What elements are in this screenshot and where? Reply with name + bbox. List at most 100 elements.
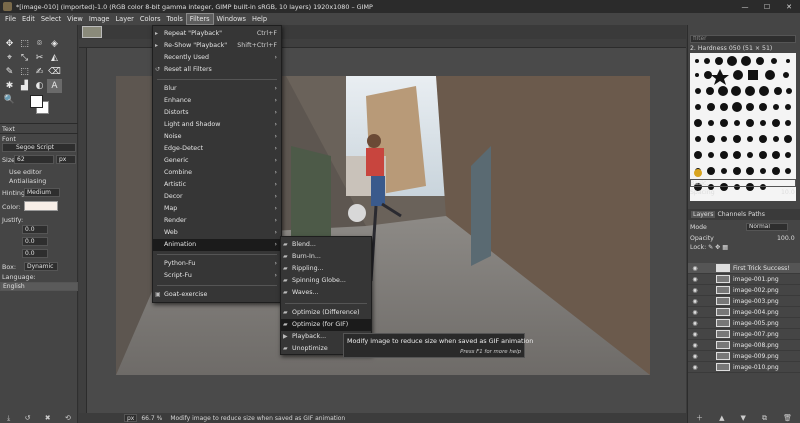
blur-tool-icon[interactable]: ✱: [2, 79, 17, 93]
menu-help[interactable]: Help: [249, 13, 270, 25]
eye-icon[interactable]: ◉: [690, 331, 700, 338]
reshow-playback-item[interactable]: ▸ Re-Show "Playback" Shift+Ctrl+F: [153, 40, 281, 52]
web-item[interactable]: Web ›: [153, 227, 281, 239]
crop-tool-icon[interactable]: ⌖: [2, 51, 17, 65]
letter-spacing-field[interactable]: 0.0: [22, 249, 48, 258]
lower-layer-icon[interactable]: ▼: [741, 414, 746, 422]
distorts-item[interactable]: Distorts ›: [153, 107, 281, 119]
layer-row[interactable]: ◉ image-004.png: [688, 307, 800, 318]
text-color-swatch[interactable]: [24, 201, 58, 211]
opacity-value[interactable]: 100.0: [777, 235, 795, 242]
lasso-tool-icon[interactable]: ⌾: [32, 37, 47, 51]
line-spacing-field[interactable]: 0.0: [22, 237, 48, 246]
save-preset-icon[interactable]: ⤓: [7, 414, 10, 423]
repeat-playback-item[interactable]: ▸ Repeat "Playback" Ctrl+F: [153, 28, 281, 40]
use-editor-checkbox[interactable]: Use editor: [9, 168, 42, 176]
text-tool-icon[interactable]: A: [47, 79, 62, 93]
eye-icon[interactable]: ◉: [690, 276, 700, 283]
tab-layers[interactable]: Layers: [691, 211, 716, 218]
tab-channels[interactable]: Channels: [717, 211, 746, 218]
eye-icon[interactable]: ◉: [690, 287, 700, 294]
spinning-globe-item[interactable]: ▰ Spinning Globe...: [281, 275, 371, 287]
duplicate-layer-icon[interactable]: ⧉: [762, 414, 767, 423]
warp-tool-icon[interactable]: ✂: [32, 51, 47, 65]
blend-item[interactable]: ▰ Blend...: [281, 239, 371, 251]
bucket-fill-tool-icon[interactable]: ▟: [17, 79, 32, 93]
tab-paths[interactable]: Paths: [748, 211, 765, 218]
eye-icon[interactable]: ◉: [690, 353, 700, 360]
menu-image[interactable]: Image: [86, 13, 113, 25]
smudge-tool-icon[interactable]: ⌫: [47, 65, 62, 79]
layer-row[interactable]: ◉ First Trick Success!: [688, 263, 800, 274]
minimize-button[interactable]: —: [734, 0, 756, 13]
brush-filter-input[interactable]: filter: [690, 35, 796, 43]
render-item[interactable]: Render ›: [153, 215, 281, 227]
fuzzy-select-tool-icon[interactable]: ◈: [47, 37, 62, 51]
close-button[interactable]: ✕: [778, 0, 800, 13]
size-unit-select[interactable]: px: [56, 155, 76, 164]
transform-tool-icon[interactable]: ⤡: [17, 51, 32, 65]
clone-tool-icon[interactable]: ✍: [32, 65, 47, 79]
optimize-for-gif-item[interactable]: ▰ Optimize (for GIF): [281, 319, 371, 331]
layer-row[interactable]: ◉ image-003.png: [688, 296, 800, 307]
delete-layer-icon[interactable]: 🗑: [783, 414, 792, 422]
edge-detect-item[interactable]: Edge-Detect ›: [153, 143, 281, 155]
menu-colors[interactable]: Colors: [137, 13, 164, 25]
paths-tool-icon[interactable]: ◭: [47, 51, 62, 65]
color-swatches[interactable]: [30, 95, 50, 115]
map-item[interactable]: Map ›: [153, 203, 281, 215]
hinting-select[interactable]: Medium: [24, 188, 60, 197]
eye-icon[interactable]: ◉: [690, 309, 700, 316]
reset-icon[interactable]: ⟲: [65, 414, 71, 422]
indent-field[interactable]: 0.0: [22, 225, 48, 234]
python-fu-item[interactable]: Python-Fu ›: [153, 258, 281, 270]
box-select[interactable]: Dynamic: [24, 262, 58, 271]
layer-row[interactable]: ◉ image-007.png: [688, 329, 800, 340]
burn-in-item[interactable]: ▰ Burn-In...: [281, 251, 371, 263]
language-field[interactable]: English: [0, 282, 78, 291]
eye-icon[interactable]: ◉: [690, 320, 700, 327]
layer-row[interactable]: ◉ image-001.png: [688, 274, 800, 285]
layer-row[interactable]: ◉ image-002.png: [688, 285, 800, 296]
menu-file[interactable]: File: [2, 13, 19, 25]
rect-select-tool-icon[interactable]: ⬚: [17, 37, 32, 51]
foreground-color[interactable]: [30, 95, 43, 108]
move-tool-icon[interactable]: ✥: [2, 37, 17, 51]
menu-view[interactable]: View: [64, 13, 86, 25]
image-tab-thumbnail[interactable]: [82, 26, 102, 38]
script-fu-item[interactable]: Script-Fu ›: [153, 270, 281, 282]
layer-row[interactable]: ◉ image-008.png: [688, 340, 800, 351]
spacing-value[interactable]: 10.0: [781, 189, 795, 196]
dodge-tool-icon[interactable]: ◐: [32, 79, 47, 93]
blur-item[interactable]: Blur ›: [153, 83, 281, 95]
eye-icon[interactable]: ◉: [690, 265, 700, 272]
menu-layer[interactable]: Layer: [112, 13, 136, 25]
maximize-button[interactable]: ☐: [756, 0, 778, 13]
goat-exercise-item[interactable]: ▣ Goat-exercise: [153, 289, 281, 301]
layer-row[interactable]: ◉ image-010.png: [688, 362, 800, 373]
eye-icon[interactable]: ◉: [690, 342, 700, 349]
animation-item[interactable]: Animation ›: [153, 239, 281, 251]
menu-filters[interactable]: Filters: [185, 13, 214, 25]
paintbrush-tool-icon[interactable]: ✎: [2, 65, 17, 79]
menu-select[interactable]: Select: [38, 13, 64, 25]
eye-icon[interactable]: ◉: [690, 364, 700, 371]
layer-row[interactable]: ◉ image-005.png: [688, 318, 800, 329]
noise-item[interactable]: Noise ›: [153, 131, 281, 143]
delete-preset-icon[interactable]: ✖: [45, 414, 51, 422]
artistic-item[interactable]: Artistic ›: [153, 179, 281, 191]
raise-layer-icon[interactable]: ▲: [719, 414, 724, 422]
lock-pixels-icon[interactable]: ✎ ✥ ▦: [708, 244, 728, 251]
recently-used-item[interactable]: Recently Used ›: [153, 52, 281, 64]
generic-item[interactable]: Generic ›: [153, 155, 281, 167]
antialiasing-checkbox[interactable]: Antialiasing: [9, 177, 46, 185]
brush-tag-field[interactable]: [690, 179, 796, 187]
layer-row[interactable]: ◉ image-009.png: [688, 351, 800, 362]
unit-select[interactable]: px: [124, 414, 138, 422]
zoom-tool-icon[interactable]: 🔍: [2, 93, 17, 107]
size-field[interactable]: 62: [14, 155, 54, 164]
waves-item[interactable]: ▰ Waves...: [281, 287, 371, 299]
decor-item[interactable]: Decor ›: [153, 191, 281, 203]
reset-all-filters-item[interactable]: ↺ Reset all Filters: [153, 64, 281, 76]
font-field[interactable]: Segoe Script: [2, 143, 76, 152]
